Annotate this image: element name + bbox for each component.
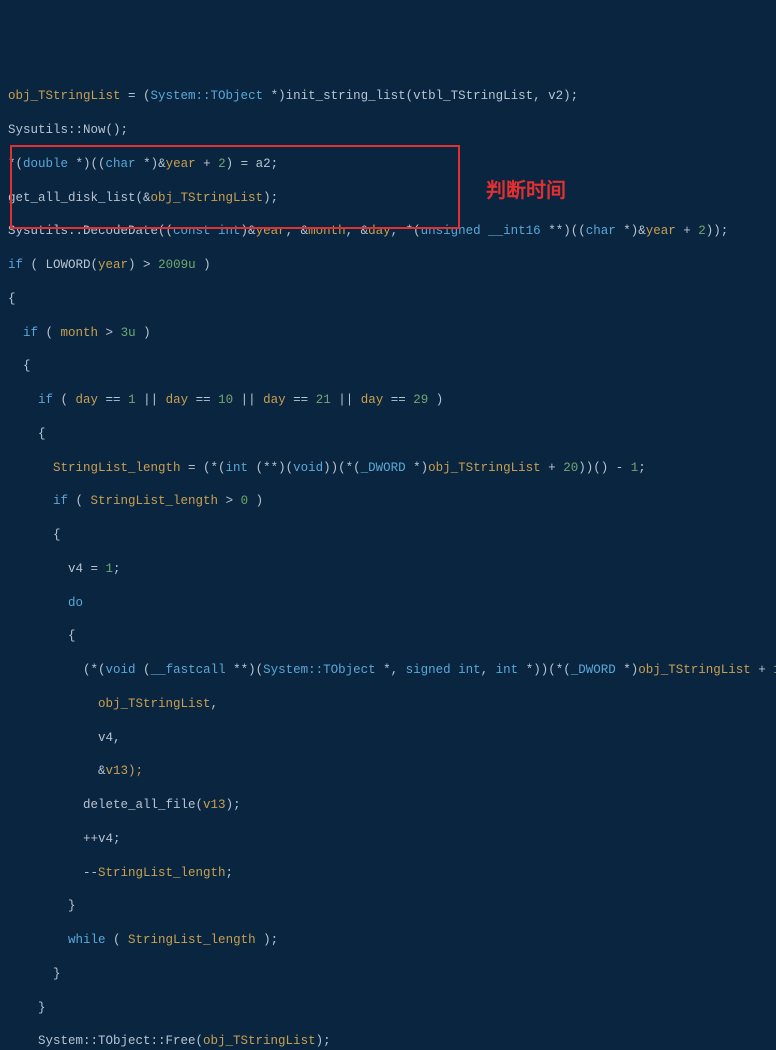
- code-line: (*(void (__fastcall **)(System::TObject …: [8, 662, 768, 679]
- identifier: obj_TStringList: [8, 89, 121, 103]
- code-line: {: [8, 426, 768, 443]
- code-line: }: [8, 966, 768, 983]
- code-line: &v13);: [8, 763, 768, 780]
- code-line: {: [8, 628, 768, 645]
- code-line: Sysutils::Now();: [8, 122, 768, 139]
- code-line: obj_TStringList = (System::TObject *)ini…: [8, 88, 768, 105]
- code-line: if ( day == 1 || day == 10 || day == 21 …: [8, 392, 768, 409]
- code-line: {: [8, 527, 768, 544]
- code-line: obj_TStringList,: [8, 696, 768, 713]
- code-line: if ( StringList_length > 0 ): [8, 493, 768, 510]
- code-line: if ( month > 3u ): [8, 325, 768, 342]
- code-line: {: [8, 291, 768, 308]
- code-line: --StringList_length;: [8, 865, 768, 882]
- code-line: v4 = 1;: [8, 561, 768, 578]
- code-line: while ( StringList_length );: [8, 932, 768, 949]
- code-line: ++v4;: [8, 831, 768, 848]
- code-line: do: [8, 595, 768, 612]
- code-line: if ( LOWORD(year) > 2009u ): [8, 257, 768, 274]
- code-line: StringList_length = (*(int (**)(void))(*…: [8, 460, 768, 477]
- code-line: }: [8, 1000, 768, 1017]
- code-line: get_all_disk_list(&obj_TStringList);: [8, 190, 768, 207]
- code-line: System::TObject::Free(obj_TStringList);: [8, 1033, 768, 1050]
- code-line: }: [8, 898, 768, 915]
- code-line: v4,: [8, 730, 768, 747]
- code-line: Sysutils::DecodeDate((const int)&year, &…: [8, 223, 768, 240]
- code-line: *(double *)((char *)&year + 2) = a2;: [8, 156, 768, 173]
- code-viewer: obj_TStringList = (System::TObject *)ini…: [8, 72, 768, 1050]
- code-line: delete_all_file(v13);: [8, 797, 768, 814]
- code-line: {: [8, 358, 768, 375]
